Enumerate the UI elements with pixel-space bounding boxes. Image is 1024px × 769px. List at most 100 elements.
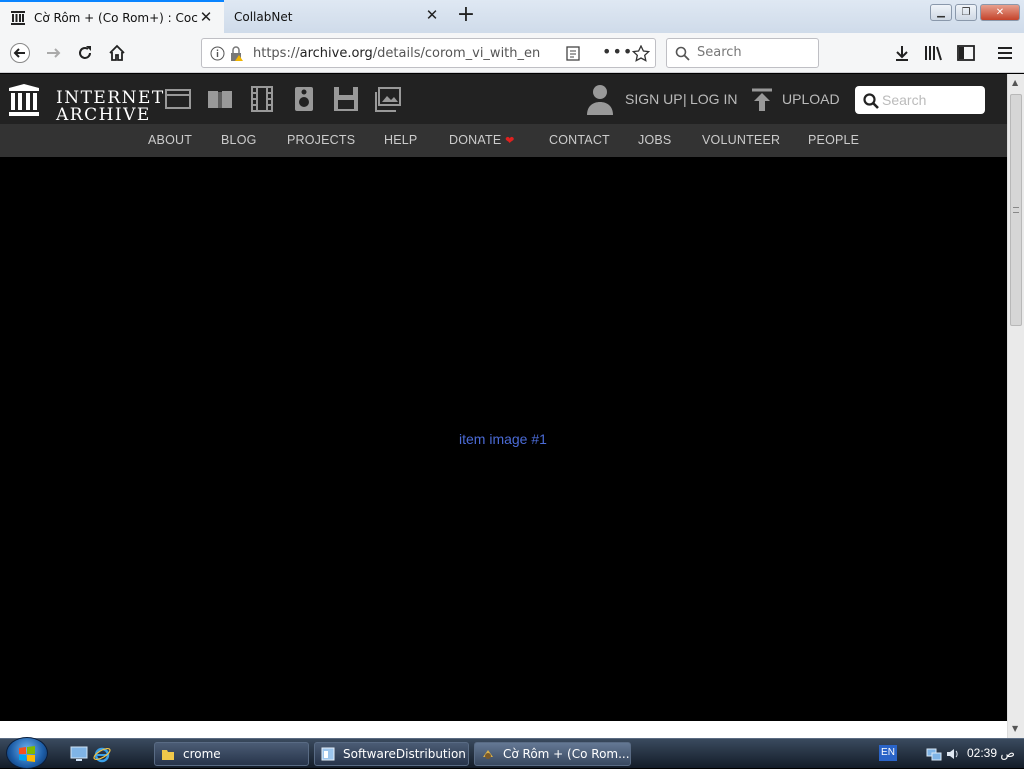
nav-help[interactable]: HELP — [384, 133, 417, 147]
sidebar-icon — [957, 45, 975, 61]
hamburger-menu-icon — [998, 47, 1012, 59]
web-icon[interactable] — [165, 86, 191, 112]
nav-contact[interactable]: CONTACT — [549, 133, 610, 147]
login-link[interactable]: LOG IN — [690, 91, 737, 107]
page-scrollbar[interactable]: ▲ ▼ — [1007, 74, 1024, 738]
url-path: /details/corom_vi_with_en — [372, 46, 541, 61]
url-scheme: https:// — [253, 46, 300, 61]
download-icon — [896, 46, 908, 61]
reload-button[interactable] — [71, 39, 99, 67]
heart-icon: ❤ — [505, 135, 515, 147]
bookmark-star-icon[interactable] — [632, 45, 650, 62]
ia-search-box[interactable] — [855, 86, 985, 114]
library-button[interactable] — [920, 39, 948, 67]
downloads-button[interactable] — [888, 39, 916, 67]
page-actions-icon[interactable]: ••• — [602, 42, 633, 61]
back-arrow-icon — [10, 43, 30, 63]
ia-logo-text: INTERNET ARCHIVE — [56, 90, 165, 124]
tab-close-icon[interactable]: ✕ — [424, 7, 440, 23]
taskbar-item-crome[interactable]: crome — [154, 742, 309, 766]
nav-about[interactable]: ABOUT — [148, 133, 192, 147]
nav-jobs[interactable]: JOBS — [638, 133, 671, 147]
scrollbar-thumb[interactable] — [1010, 94, 1022, 326]
scroll-up-icon[interactable]: ▲ — [1012, 78, 1018, 87]
tab-active[interactable]: Cờ Rôm + (Co Rom+) : Coc Coc ✕ — [0, 0, 224, 33]
user-avatar-icon[interactable] — [586, 83, 614, 115]
url-text: https://archive.org/details/corom_vi_wit… — [253, 46, 540, 61]
info-icon[interactable] — [210, 46, 225, 61]
network-icon[interactable] — [926, 746, 942, 762]
ia-header: INTERNET ARCHIVE SIGN UP | LOG IN UPLOAD — [0, 74, 1007, 124]
item-image-placeholder[interactable]: item image #1 — [459, 431, 547, 447]
windows-taskbar: crome SoftwareDistribution Cờ Rôm + (Co … — [0, 737, 1024, 769]
scroll-down-icon[interactable]: ▼ — [1012, 724, 1018, 733]
page-bottom-strip — [0, 721, 1007, 738]
ia-nav-bar: ABOUT BLOG PROJECTS HELP DONATE ❤ CONTAC… — [0, 124, 1007, 157]
forward-arrow-icon — [47, 48, 61, 58]
new-tab-button[interactable]: + — [453, 3, 479, 29]
tab-title: Cờ Rôm + (Co Rom+) : Coc Coc — [34, 10, 198, 25]
minimize-button[interactable]: ▁ — [930, 4, 952, 21]
nav-volunteer[interactable]: VOLUNTEER — [702, 133, 780, 147]
taskbar-item-softwaredistribution[interactable]: SoftwareDistribution — [314, 742, 469, 766]
tab-title: CollabNet — [234, 9, 293, 24]
internet-explorer-icon[interactable] — [93, 745, 111, 763]
signup-link[interactable]: SIGN UP — [625, 91, 683, 107]
item-viewer: item image #1 — [0, 157, 1007, 721]
browser-app-icon — [483, 750, 493, 759]
show-desktop-icon[interactable] — [70, 746, 88, 762]
back-button[interactable] — [6, 39, 34, 67]
menu-button[interactable] — [991, 39, 1019, 67]
maximize-button[interactable]: ❐ — [955, 4, 977, 21]
software-icon[interactable] — [333, 86, 359, 112]
search-icon — [675, 46, 690, 61]
taskbar-item-label: SoftwareDistribution — [343, 747, 466, 761]
reader-view-icon[interactable] — [566, 46, 580, 61]
tab-close-icon[interactable]: ✕ — [198, 9, 214, 25]
archive-favicon-icon — [10, 10, 26, 26]
home-button[interactable] — [103, 39, 131, 67]
upload-icon[interactable] — [752, 88, 772, 112]
forward-button[interactable] — [39, 39, 67, 67]
tab-inactive[interactable]: CollabNet ✕ — [224, 0, 450, 33]
start-button[interactable] — [6, 737, 48, 769]
browser-tab-strip: Cờ Rôm + (Co Rom+) : Coc Coc ✕ CollabNet… — [0, 0, 1024, 33]
images-icon[interactable] — [375, 86, 401, 112]
nav-donate-label: DONATE — [449, 133, 502, 147]
nav-blog[interactable]: BLOG — [221, 133, 257, 147]
nav-donate[interactable]: DONATE ❤ — [449, 133, 514, 147]
search-icon — [863, 93, 879, 109]
audio-icon[interactable] — [291, 86, 317, 112]
windows-logo-icon — [19, 746, 35, 762]
logo-line2: ARCHIVE — [56, 105, 151, 125]
texts-icon[interactable] — [207, 86, 233, 112]
taskbar-item-label: Cờ Rôm + (Co Rom... — [503, 747, 630, 761]
folder-icon — [162, 750, 174, 760]
lock-warning-icon[interactable] — [230, 46, 244, 62]
browser-toolbar: https://archive.org/details/corom_vi_wit… — [0, 33, 1024, 73]
nav-people[interactable]: PEOPLE — [808, 133, 859, 147]
sidebar-button[interactable] — [952, 39, 980, 67]
home-icon — [109, 44, 125, 61]
window-close-button[interactable]: ✕ — [980, 4, 1020, 21]
nav-projects[interactable]: PROJECTS — [287, 133, 355, 147]
taskbar-item-label: crome — [183, 747, 221, 761]
ia-logo[interactable]: INTERNET ARCHIVE — [9, 83, 163, 124]
video-icon[interactable] — [249, 86, 275, 112]
archive-building-icon — [9, 84, 39, 116]
upload-link[interactable]: UPLOAD — [782, 91, 840, 107]
system-clock[interactable]: 02:39 ص — [967, 746, 1015, 760]
grip-icon — [1013, 207, 1019, 213]
volume-icon[interactable] — [945, 746, 961, 762]
library-icon — [925, 46, 942, 61]
auth-separator: | — [683, 91, 687, 107]
explorer-window-icon — [321, 747, 335, 761]
language-indicator[interactable]: EN — [879, 745, 897, 761]
browser-search-input[interactable] — [697, 45, 812, 60]
ia-search-input[interactable] — [882, 92, 978, 108]
taskbar-item-browser[interactable]: Cờ Rôm + (Co Rom... — [474, 742, 631, 766]
address-bar[interactable]: https://archive.org/details/corom_vi_wit… — [201, 38, 656, 68]
url-host: archive.org — [299, 46, 373, 61]
reload-icon — [79, 46, 91, 59]
browser-search-box[interactable] — [666, 38, 819, 68]
